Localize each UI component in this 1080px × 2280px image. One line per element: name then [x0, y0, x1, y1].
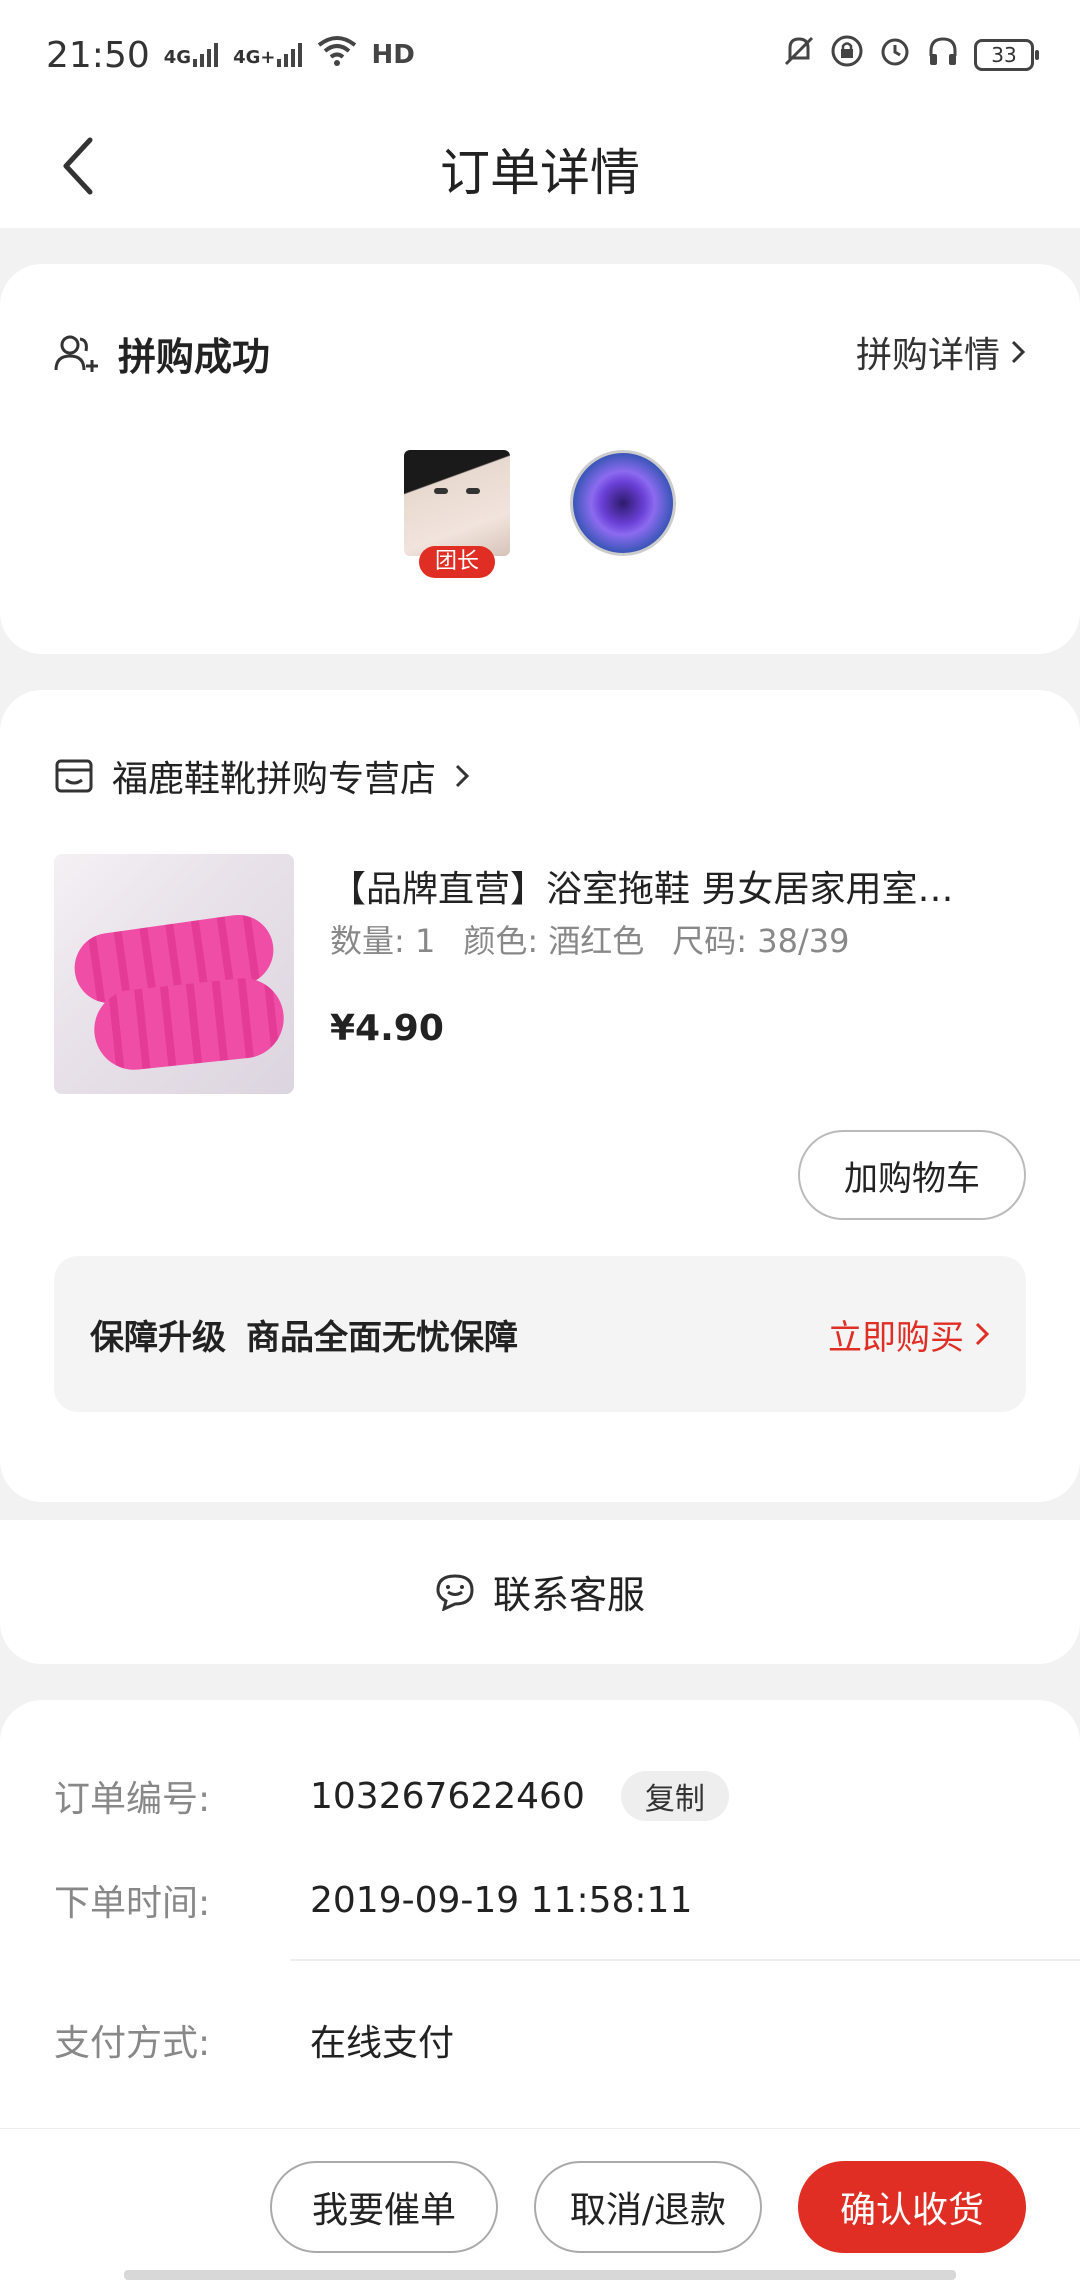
guarantee-subtitle: 商品全面无忧保障 [246, 1317, 518, 1358]
cancel-refund-button[interactable]: 取消/退款 [534, 2161, 762, 2253]
product-title[interactable]: 【品牌直营】浴室拖鞋 男女居家用室… [330, 860, 1030, 912]
contact-card: 联系客服 [0, 1520, 1080, 1664]
nav-bar: 订单详情 [0, 110, 1080, 228]
cellular-signal-icon: 4G [164, 43, 219, 67]
shop-name: 福鹿鞋靴拼购专营店 [112, 759, 437, 800]
gesture-bar[interactable] [124, 2270, 956, 2280]
shop-link[interactable]: 福鹿鞋靴拼购专营店 [54, 750, 470, 802]
chat-icon [436, 1573, 474, 1611]
cellular-signal-2-icon: 4G+ [233, 43, 303, 67]
group-buy-status: 拼购成功 [118, 335, 271, 379]
shop-icon [55, 759, 93, 793]
chevron-right-icon [975, 1322, 990, 1346]
status-bar: 21:50 4G 4G+ HD 33 [0, 0, 1080, 110]
group-buy-header: 拼购成功 [54, 326, 270, 381]
copy-button[interactable]: 复制 [620, 1771, 729, 1821]
headphones-icon [926, 34, 960, 77]
buy-now-link[interactable]: 立即购买 [828, 1310, 990, 1359]
confirm-receipt-button[interactable]: 确认收货 [798, 2161, 1026, 2253]
chevron-left-icon [63, 137, 93, 195]
payment-method-value: 在线支付 [310, 2023, 455, 2064]
alarm-icon [878, 34, 912, 77]
order-number-label: 订单编号: [54, 1779, 211, 1820]
group-members: 团长 [404, 450, 676, 578]
guarantee-banner[interactable]: 保障升级 商品全面无忧保障 立即购买 [54, 1256, 1026, 1412]
rotation-lock-icon [830, 34, 864, 77]
mute-icon [782, 34, 816, 77]
buy-now-label: 立即购买 [828, 1317, 964, 1358]
order-number-value: 103267622460 [310, 1775, 585, 1817]
group-users-icon [54, 335, 98, 372]
product-quantity: 数量: 1 [330, 922, 436, 960]
page-title: 订单详情 [440, 144, 640, 202]
divider [290, 1959, 1080, 1961]
contact-service-button[interactable]: 联系客服 [0, 1564, 1080, 1619]
product-image[interactable] [54, 854, 294, 1094]
order-detail-screen: 21:50 4G 4G+ HD 33 订单详情 拼购成功 拼购详情 团长 福鹿鞋… [0, 0, 1080, 2280]
network-type-1: 4G [163, 47, 192, 68]
status-time: 21:50 [46, 34, 150, 76]
product-spec: 数量: 1 颜色: 酒红色 尺码: 38/39 [330, 916, 849, 962]
order-number-row: 订单编号: 103267622460 复制 [54, 1770, 729, 1822]
chevron-right-icon [455, 764, 470, 788]
group-buy-detail-label: 拼购详情 [855, 335, 1000, 376]
payment-method-row: 支付方式: 在线支付 [54, 2014, 454, 2066]
back-button[interactable] [38, 126, 118, 206]
group-buy-card: 拼购成功 拼购详情 团长 [0, 264, 1080, 654]
chevron-right-icon [1011, 340, 1026, 364]
product-price: ¥4.90 [330, 1008, 444, 1049]
order-time-row: 下单时间: 2019-09-19 11:58:11 [54, 1874, 692, 1926]
wifi-icon [317, 35, 357, 76]
order-time-value: 2019-09-19 11:58:11 [310, 1879, 693, 1921]
avatar-member[interactable] [570, 450, 676, 556]
product-size: 尺码: 38/39 [672, 922, 850, 960]
urge-order-button[interactable]: 我要催单 [270, 2161, 498, 2253]
hd-icon: HD [371, 40, 415, 70]
group-buy-detail-link[interactable]: 拼购详情 [856, 326, 1026, 378]
bottom-action-bar: 我要催单 取消/退款 确认收货 [0, 2128, 1080, 2280]
guarantee-title: 保障升级 [90, 1317, 226, 1358]
product-color: 颜色: 酒红色 [463, 922, 645, 960]
payment-method-label: 支付方式: [54, 2023, 211, 2064]
add-to-cart-button[interactable]: 加购物车 [798, 1130, 1026, 1220]
avatar-leader[interactable]: 团长 [404, 450, 510, 578]
product-card: 福鹿鞋靴拼购专营店 【品牌直营】浴室拖鞋 男女居家用室… 数量: 1 颜色: 酒… [0, 690, 1080, 1502]
order-time-label: 下单时间: [54, 1883, 211, 1924]
network-type-2: 4G+ [233, 47, 276, 68]
contact-service-label: 联系客服 [492, 1573, 645, 1617]
battery-icon: 33 [974, 39, 1039, 71]
leader-badge: 团长 [419, 546, 495, 578]
